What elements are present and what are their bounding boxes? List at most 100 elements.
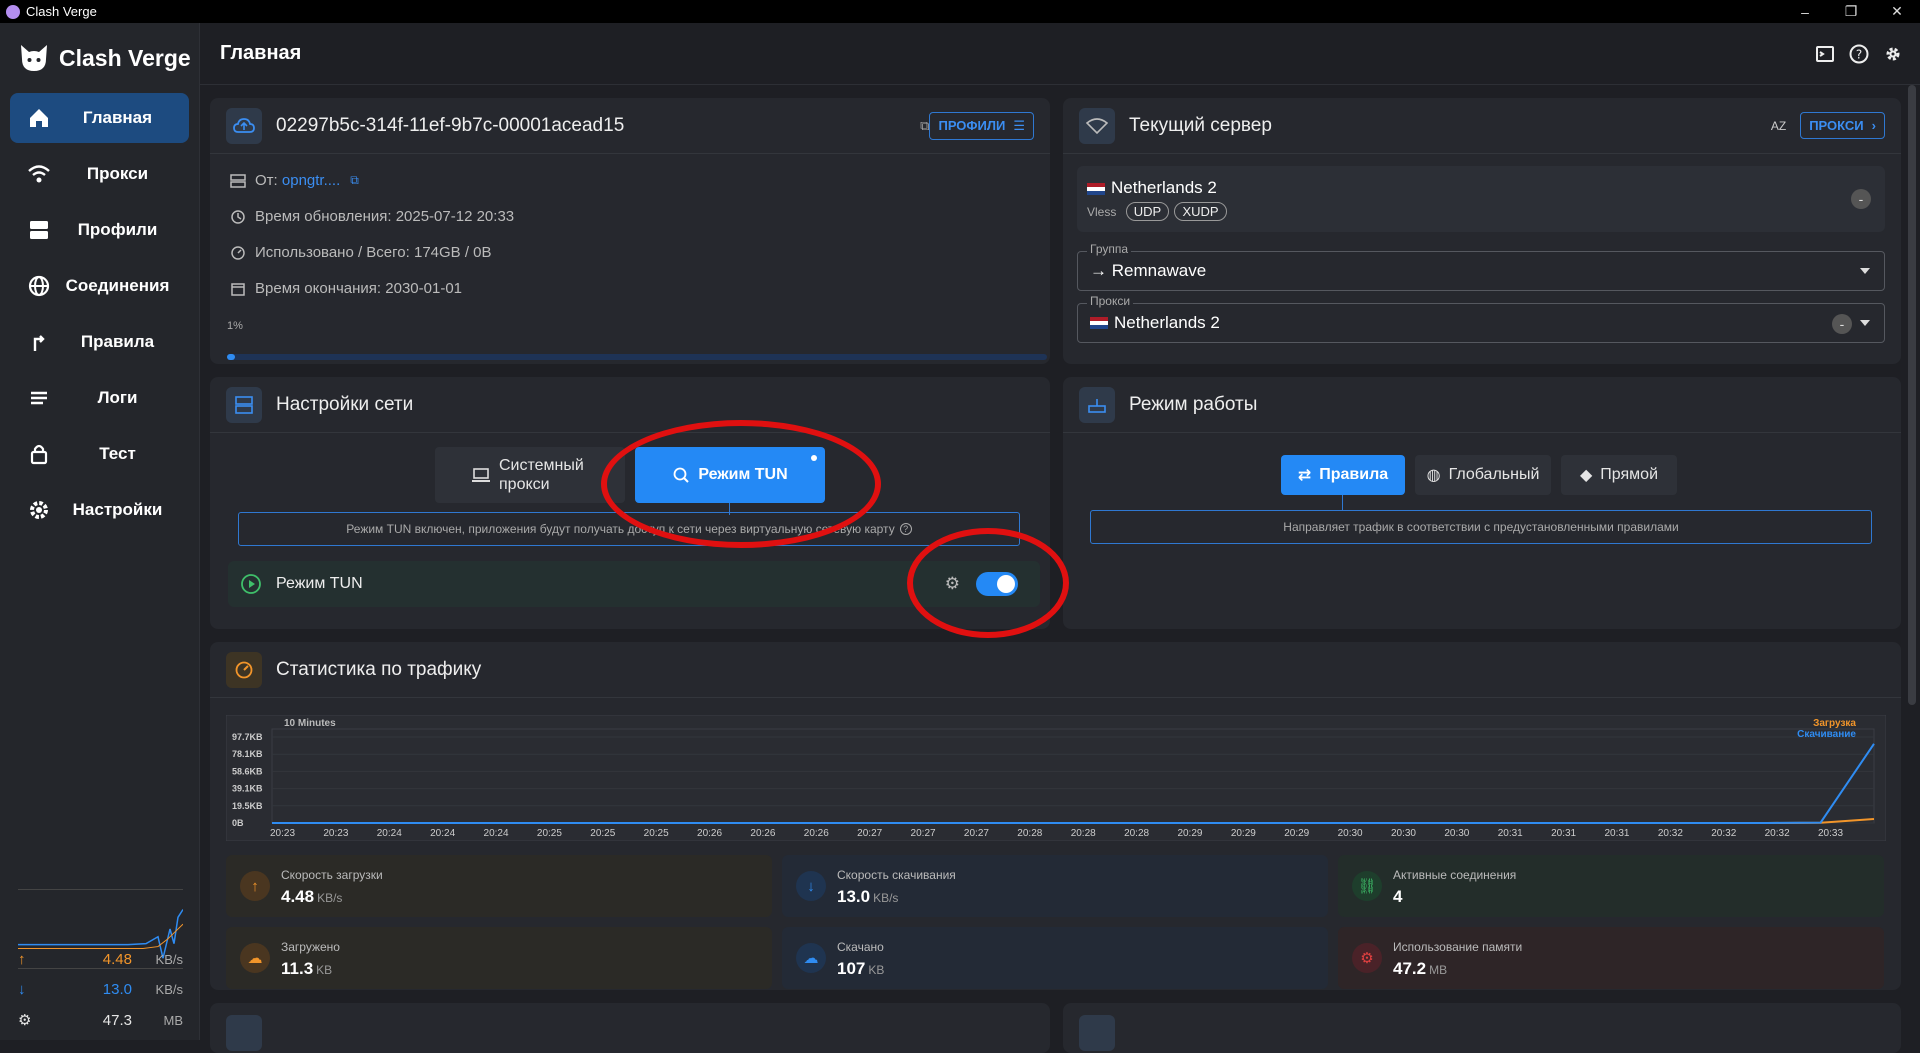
current-server-box[interactable]: Netherlands 2 Vless UDP XUDP - (1077, 166, 1885, 232)
stat-number: 4.48 (281, 887, 315, 906)
x-tick-label: 20:27 (964, 828, 989, 839)
restore-button[interactable]: ❐ (1828, 3, 1874, 20)
current-server-card: Текущий сервер AZ ПРОКСИ › Netherlands 2… (1063, 98, 1901, 364)
help-icon[interactable]: ? (899, 523, 912, 535)
sidebar-item-label: Правила (80, 332, 155, 351)
x-tick-label: 20:23 (270, 828, 295, 839)
arrow-up-icon: ↑ (18, 951, 26, 968)
tun-settings-gear-icon[interactable]: ⚙ (945, 574, 960, 594)
latency-indicator[interactable]: - (1851, 189, 1871, 209)
stat-value: 13.0 KB/s (837, 887, 898, 907)
sidebar-item-4[interactable]: Правила (10, 317, 189, 367)
proxy-latency-indicator[interactable]: - (1832, 314, 1852, 334)
sidebar-item-1[interactable]: Прокси (10, 149, 189, 199)
proxies-button[interactable]: ПРОКСИ › (1800, 112, 1885, 139)
stat-number: 4 (1393, 887, 1403, 906)
svg-text:?: ? (1856, 47, 1862, 61)
swap-icon: ⇄ (1297, 467, 1312, 484)
sidebar-item-5[interactable]: Логи (10, 373, 189, 423)
sort-az-icon[interactable]: AZ (1771, 119, 1786, 133)
mode-direct-button[interactable]: ◆ Прямой (1561, 455, 1677, 495)
close-button[interactable]: ✕ (1874, 3, 1920, 20)
download-value: 13.0 (102, 981, 132, 998)
server-icon (230, 173, 246, 188)
router-icon (1079, 386, 1115, 423)
y-tick-label: 58.6KB (232, 766, 263, 776)
arrow-up-icon: ↑ (240, 871, 270, 901)
profile-card: 02297b5c-314f-11ef-9b7c-00001acead15 ⧉ П… (210, 98, 1050, 364)
x-tick-label: 20:30 (1391, 828, 1416, 839)
stat-number: 11.3 (281, 959, 314, 978)
chevron-down-icon (1860, 320, 1870, 326)
traffic-stats-card: Статистика по трафику 97.7KB 78.1KB 58.6KB… (210, 642, 1901, 990)
main-scrollbar[interactable] (1908, 85, 1916, 705)
mode-direct-label: Прямой (1600, 466, 1659, 483)
calendar-icon (231, 282, 245, 296)
mode-global-label: Глобальный (1448, 466, 1540, 483)
nav-list: Главная Прокси Профили Соединения Правила Лог… (0, 93, 199, 535)
profile-updated-row: Время обновления: 2025-07-12 20:33 (230, 208, 514, 225)
netherlands-flag-icon (1087, 182, 1105, 195)
stat-number: 13.0 (837, 887, 871, 906)
server-tag: XUDP (1174, 202, 1227, 221)
from-link[interactable]: opngtr.... (282, 172, 340, 189)
sidebar-item-0[interactable]: Главная (10, 93, 189, 143)
speedometer-icon (231, 245, 245, 260)
from-label: От: (255, 172, 278, 189)
cat-logo-icon (21, 45, 47, 71)
server-card-title: Текущий сервер (1129, 114, 1272, 136)
server-name: Netherlands 2 (1111, 178, 1217, 197)
profiles-button[interactable]: ПРОФИЛИ ☰ (929, 111, 1034, 140)
sidebar-item-6[interactable]: Тест (10, 429, 189, 479)
system-proxy-button[interactable]: Системный прокси (435, 447, 625, 503)
server-card-header: Текущий сервер AZ ПРОКСИ › (1063, 98, 1901, 154)
group-select[interactable]: Группа → Remnawave (1077, 242, 1885, 291)
server-name-row: Netherlands 2 (1087, 178, 1217, 198)
stat-unit: KB/s (317, 891, 343, 905)
tun-mode-button[interactable]: Режим TUN (635, 447, 825, 503)
card-icon-placeholder (1079, 1015, 1115, 1051)
stat-tile: ⛓ Активные соединения 4 (1338, 855, 1884, 917)
mode-global-button[interactable]: ◍ Глобальный (1415, 455, 1551, 495)
settings-gear-icon[interactable] (1882, 43, 1904, 65)
tun-mode-row: Режим TUN ⚙ (228, 561, 1040, 607)
external-link-icon[interactable]: ⧉ (350, 173, 359, 188)
terminal-icon[interactable] (1814, 43, 1836, 65)
upload-unit: KB/s (155, 952, 183, 967)
brand-name: Clash Verge (59, 44, 191, 71)
bottom-left-card (210, 1003, 1050, 1053)
stat-unit: KB (316, 963, 333, 977)
stat-value: 47.2 MB (1393, 959, 1447, 979)
profile-card-header: 02297b5c-314f-11ef-9b7c-00001acead15 ⧉ П… (210, 98, 1050, 154)
cloud-upload-icon: ☁ (240, 943, 270, 973)
search-network-icon (673, 467, 690, 483)
x-tick-label: 20:25 (590, 828, 615, 839)
window-title: Clash Verge (26, 4, 97, 19)
proxy-select-value: Netherlands 2 (1114, 313, 1220, 332)
sidebar-item-2[interactable]: Профили (10, 205, 189, 255)
stat-label: Загружено (281, 940, 340, 954)
sidebar-item-7[interactable]: Настройки (10, 485, 189, 535)
page-title: Главная (220, 42, 302, 64)
network-card-header: Настройки сети (210, 377, 1050, 433)
x-tick-label: 20:24 (430, 828, 455, 839)
minimize-button[interactable]: – (1782, 4, 1828, 20)
help-icon[interactable]: ? (1848, 43, 1870, 65)
sidebar-item-3[interactable]: Соединения (10, 261, 189, 311)
usage-progress-fill (227, 354, 236, 360)
tun-mode-toggle[interactable] (976, 572, 1018, 596)
x-tick-label: 20:28 (1071, 828, 1096, 839)
sidebar-item-label: Прокси (86, 164, 149, 183)
chart-title: 10 Minutes (284, 718, 336, 729)
proxy-select[interactable]: Прокси Netherlands 2 - (1077, 294, 1885, 343)
mode-rules-button[interactable]: ⇄ Правила (1281, 455, 1405, 495)
x-tick-label: 20:25 (537, 828, 562, 839)
x-tick-label: 20:32 (1658, 828, 1683, 839)
traffic-chart: 97.7KB 78.1KB 58.6KB 39.1KB 19.5KB 0B 20:23 20:… (226, 715, 1886, 841)
stat-value: 11.3 KB (281, 959, 332, 979)
stat-label: Активные соединения (1393, 868, 1517, 882)
external-link-icon[interactable]: ⧉ (920, 118, 929, 134)
globe-icon: ◍ (1426, 467, 1441, 484)
group-select-label: Группа (1087, 242, 1132, 256)
network-icon (226, 386, 262, 423)
